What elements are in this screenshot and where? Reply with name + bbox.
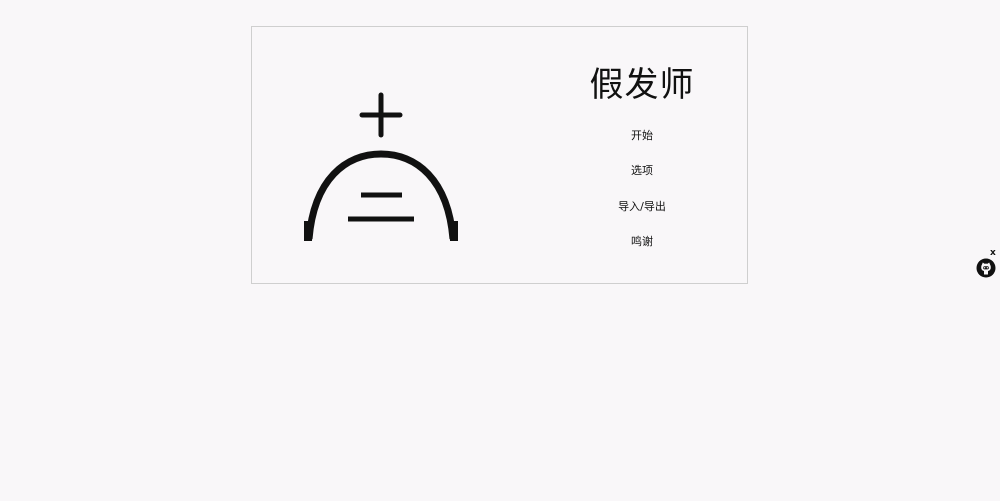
menu-item-start[interactable]: 开始 bbox=[572, 128, 712, 144]
menu-item-credits[interactable]: 鸣谢 bbox=[572, 234, 712, 250]
github-corner-widget: x bbox=[974, 248, 1000, 280]
menu-item-import-export[interactable]: 导入/导出 bbox=[572, 199, 712, 215]
main-menu-panel: 假发师 开始 选项 导入/导出 鸣谢 bbox=[251, 26, 748, 284]
close-icon[interactable]: x bbox=[990, 248, 996, 258]
github-icon[interactable] bbox=[976, 258, 996, 278]
menu-item-options[interactable]: 选项 bbox=[572, 163, 712, 179]
main-menu: 假发师 开始 选项 导入/导出 鸣谢 bbox=[572, 27, 712, 283]
wig-logo-icon bbox=[304, 92, 458, 241]
game-title: 假发师 bbox=[589, 65, 695, 105]
